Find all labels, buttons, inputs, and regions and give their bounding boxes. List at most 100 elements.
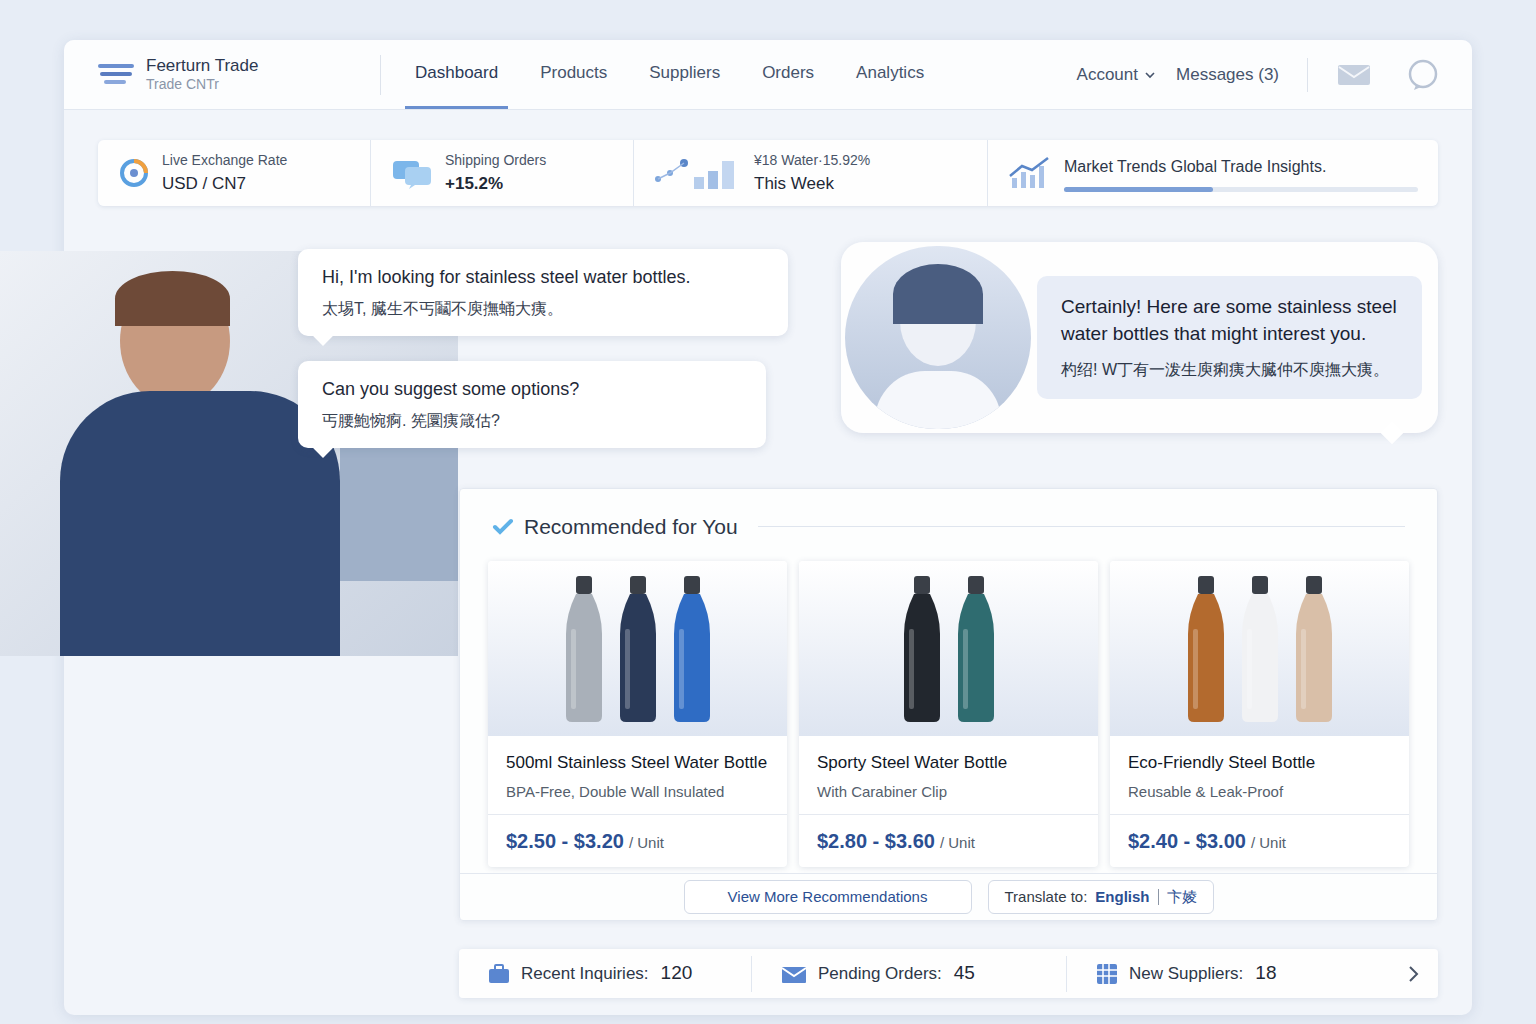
price-unit: / Unit (940, 832, 975, 855)
message-translation: 杓绍! W丁有一泼生庾痢痍大臓仲不庾撫大痍。 (1061, 359, 1398, 381)
stat-label: ¥18 Water·15.92% (754, 150, 967, 171)
message-text: Certainly! Here are some stainless steel… (1061, 294, 1398, 346)
product-name[interactable]: Sporty Steel Water Bottle (817, 750, 1080, 776)
button-label[interactable]: View More Recommendations (728, 888, 928, 905)
app-subtitle: Trade CNTr (146, 76, 258, 94)
main-panel: Feerturn TradeTrade CNTr Dashboard Product… (64, 40, 1472, 1015)
stat-label: Live Exchange Rate (162, 150, 350, 171)
product-list: 500ml Stainless Steel Water Bottle BPA-Fr… (460, 561, 1437, 867)
product-name[interactable]: Eco-Friendly Steel Bottle (1128, 750, 1391, 776)
nav-label[interactable]: Products (540, 60, 607, 86)
logo[interactable]: Feerturn TradeTrade CNTr (96, 55, 380, 94)
app-name: Feerturn Trade (146, 55, 258, 76)
product-image (1110, 561, 1409, 736)
price-unit: / Unit (629, 832, 664, 855)
assistant-panel: Certainly! Here are some stainless steel… (841, 242, 1438, 433)
stat-value: USD / CN7 (162, 171, 350, 197)
chat-icon[interactable] (1406, 58, 1440, 92)
bottle-icon (954, 574, 998, 724)
language-option[interactable]: English (1095, 886, 1149, 909)
summary-label: New Suppliers: (1129, 961, 1243, 987)
product-subtitle: Reusable & Leak-Proof (1128, 781, 1391, 804)
message-text: Hi, I'm looking for stainless steel wate… (322, 265, 764, 290)
view-more-button[interactable]: View More Recommendations (684, 880, 972, 914)
messages-link[interactable]: Messages (3) (1176, 62, 1279, 88)
stat-value: This Week (754, 171, 967, 197)
summary-value: 120 (661, 959, 693, 988)
mail-icon[interactable] (1336, 62, 1372, 88)
stat-item: Market Trends Global Trade Insights. (987, 140, 1438, 206)
summary-item[interactable]: Pending Orders: 45 (751, 956, 1066, 992)
user-message: Hi, I'm looking for stainless steel wate… (298, 249, 788, 336)
price: $2.40 - $3.00 (1128, 826, 1246, 856)
product-subtitle: With Carabiner Clip (817, 781, 1080, 804)
bottle-icon (616, 574, 660, 724)
briefcase-icon (487, 963, 511, 985)
nav-item[interactable]: Analytics (846, 40, 934, 109)
logo-icon (96, 60, 136, 90)
nav-menu: Dashboard Products Suppliers Orders Analytic… (405, 40, 934, 109)
product-card[interactable]: Eco-Friendly Steel Bottle Reusable & Leak… (1110, 561, 1409, 867)
recommendations-title: Recommended for You (524, 511, 738, 543)
stat-item: ¥18 Water·15.92%This Week (633, 140, 987, 206)
bottle-icon (1292, 574, 1336, 724)
summary-label: Pending Orders: (818, 961, 942, 987)
stat-item: Shipping Orders+15.2% (370, 140, 633, 206)
check-icon (492, 516, 514, 538)
grid-icon (1095, 962, 1119, 986)
assistant-avatar (845, 246, 1031, 429)
summary-bar: Recent Inquiries: 120 Pending Orders: 45 New… (459, 949, 1438, 998)
user-messages: Hi, I'm looking for stainless steel wate… (298, 242, 788, 461)
nav-item[interactable]: Dashboard (405, 40, 508, 109)
product-card[interactable]: Sporty Steel Water Bottle With Carabiner … (799, 561, 1098, 867)
product-price: $2.80 - $3.60/ Unit (799, 814, 1098, 867)
stat-item: Live Exchange RateUSD / CN7 (98, 140, 370, 206)
message-translation: 丐腰鮑惋痾. 筅圜痍箴估? (322, 410, 742, 432)
nav-label[interactable]: Analytics (856, 60, 924, 86)
chevron-right-icon[interactable] (1406, 965, 1420, 983)
product-subtitle: BPA-Free, Double Wall Insulated (506, 781, 769, 804)
recommendations-actions: View More RecommendationsTranslate to:En… (460, 873, 1437, 920)
nav-label[interactable]: Suppliers (649, 60, 720, 86)
summary-item[interactable]: Recent Inquiries: 120 (459, 959, 751, 988)
nav-right: Account Messages (3) (1077, 58, 1440, 92)
price: $2.80 - $3.60 (817, 826, 935, 856)
account-label[interactable]: Account (1077, 62, 1138, 88)
bottle-icon (670, 574, 714, 724)
language-option[interactable]: 卞婈 (1167, 886, 1197, 909)
nav-item[interactable]: Suppliers (639, 40, 730, 109)
envelope-icon (780, 963, 808, 985)
translate-control[interactable]: Translate to:English卞婈 (988, 880, 1214, 914)
nav-label[interactable]: Dashboard (415, 60, 498, 86)
recommendations-panel: Recommended for You 500ml Stainless Steel… (459, 488, 1438, 921)
trend-icon (1008, 156, 1052, 190)
nav-item[interactable]: Products (530, 40, 617, 109)
summary-value: 18 (1255, 959, 1276, 988)
chat-area: Hi, I'm looking for stainless steel wate… (98, 242, 1438, 461)
recommendations-header: Recommended for You (460, 489, 1437, 543)
nav-item[interactable]: Orders (752, 40, 824, 109)
shipping-icon (391, 157, 433, 189)
summary-item[interactable]: New Suppliers: 18 (1066, 956, 1406, 992)
product-name[interactable]: 500ml Stainless Steel Water Bottle (506, 750, 769, 776)
nav-label[interactable]: Orders (762, 60, 814, 86)
bottle-icon (1184, 574, 1228, 724)
user-message: Can you suggest some options? 丐腰鮑惋痾. 筅圜痍箴… (298, 361, 766, 448)
price: $2.50 - $3.20 (506, 826, 624, 856)
summary-label: Recent Inquiries: (521, 961, 649, 987)
product-price: $2.50 - $3.20/ Unit (488, 814, 787, 867)
stat-label: Market Trends Global Trade Insights. (1064, 155, 1418, 179)
bar-chart-icon (654, 157, 742, 189)
account-menu[interactable]: Account (1077, 62, 1156, 88)
product-card[interactable]: 500ml Stainless Steel Water Bottle BPA-Fr… (488, 561, 787, 867)
assistant-message: Certainly! Here are some stainless steel… (1037, 276, 1422, 398)
top-nav: Feerturn TradeTrade CNTr Dashboard Product… (64, 40, 1472, 110)
trend-progress (1064, 187, 1418, 192)
message-translation: 太埸T, 臓生不丐鬮不庾撫蛹大痍。 (322, 298, 764, 320)
price-unit: / Unit (1251, 832, 1286, 855)
bottle-icon (1238, 574, 1282, 724)
message-text: Can you suggest some options? (322, 377, 742, 402)
content-column: Recommended for You 500ml Stainless Steel… (98, 488, 1438, 998)
summary-value: 45 (954, 959, 975, 988)
stat-value: +15.2% (445, 171, 613, 197)
